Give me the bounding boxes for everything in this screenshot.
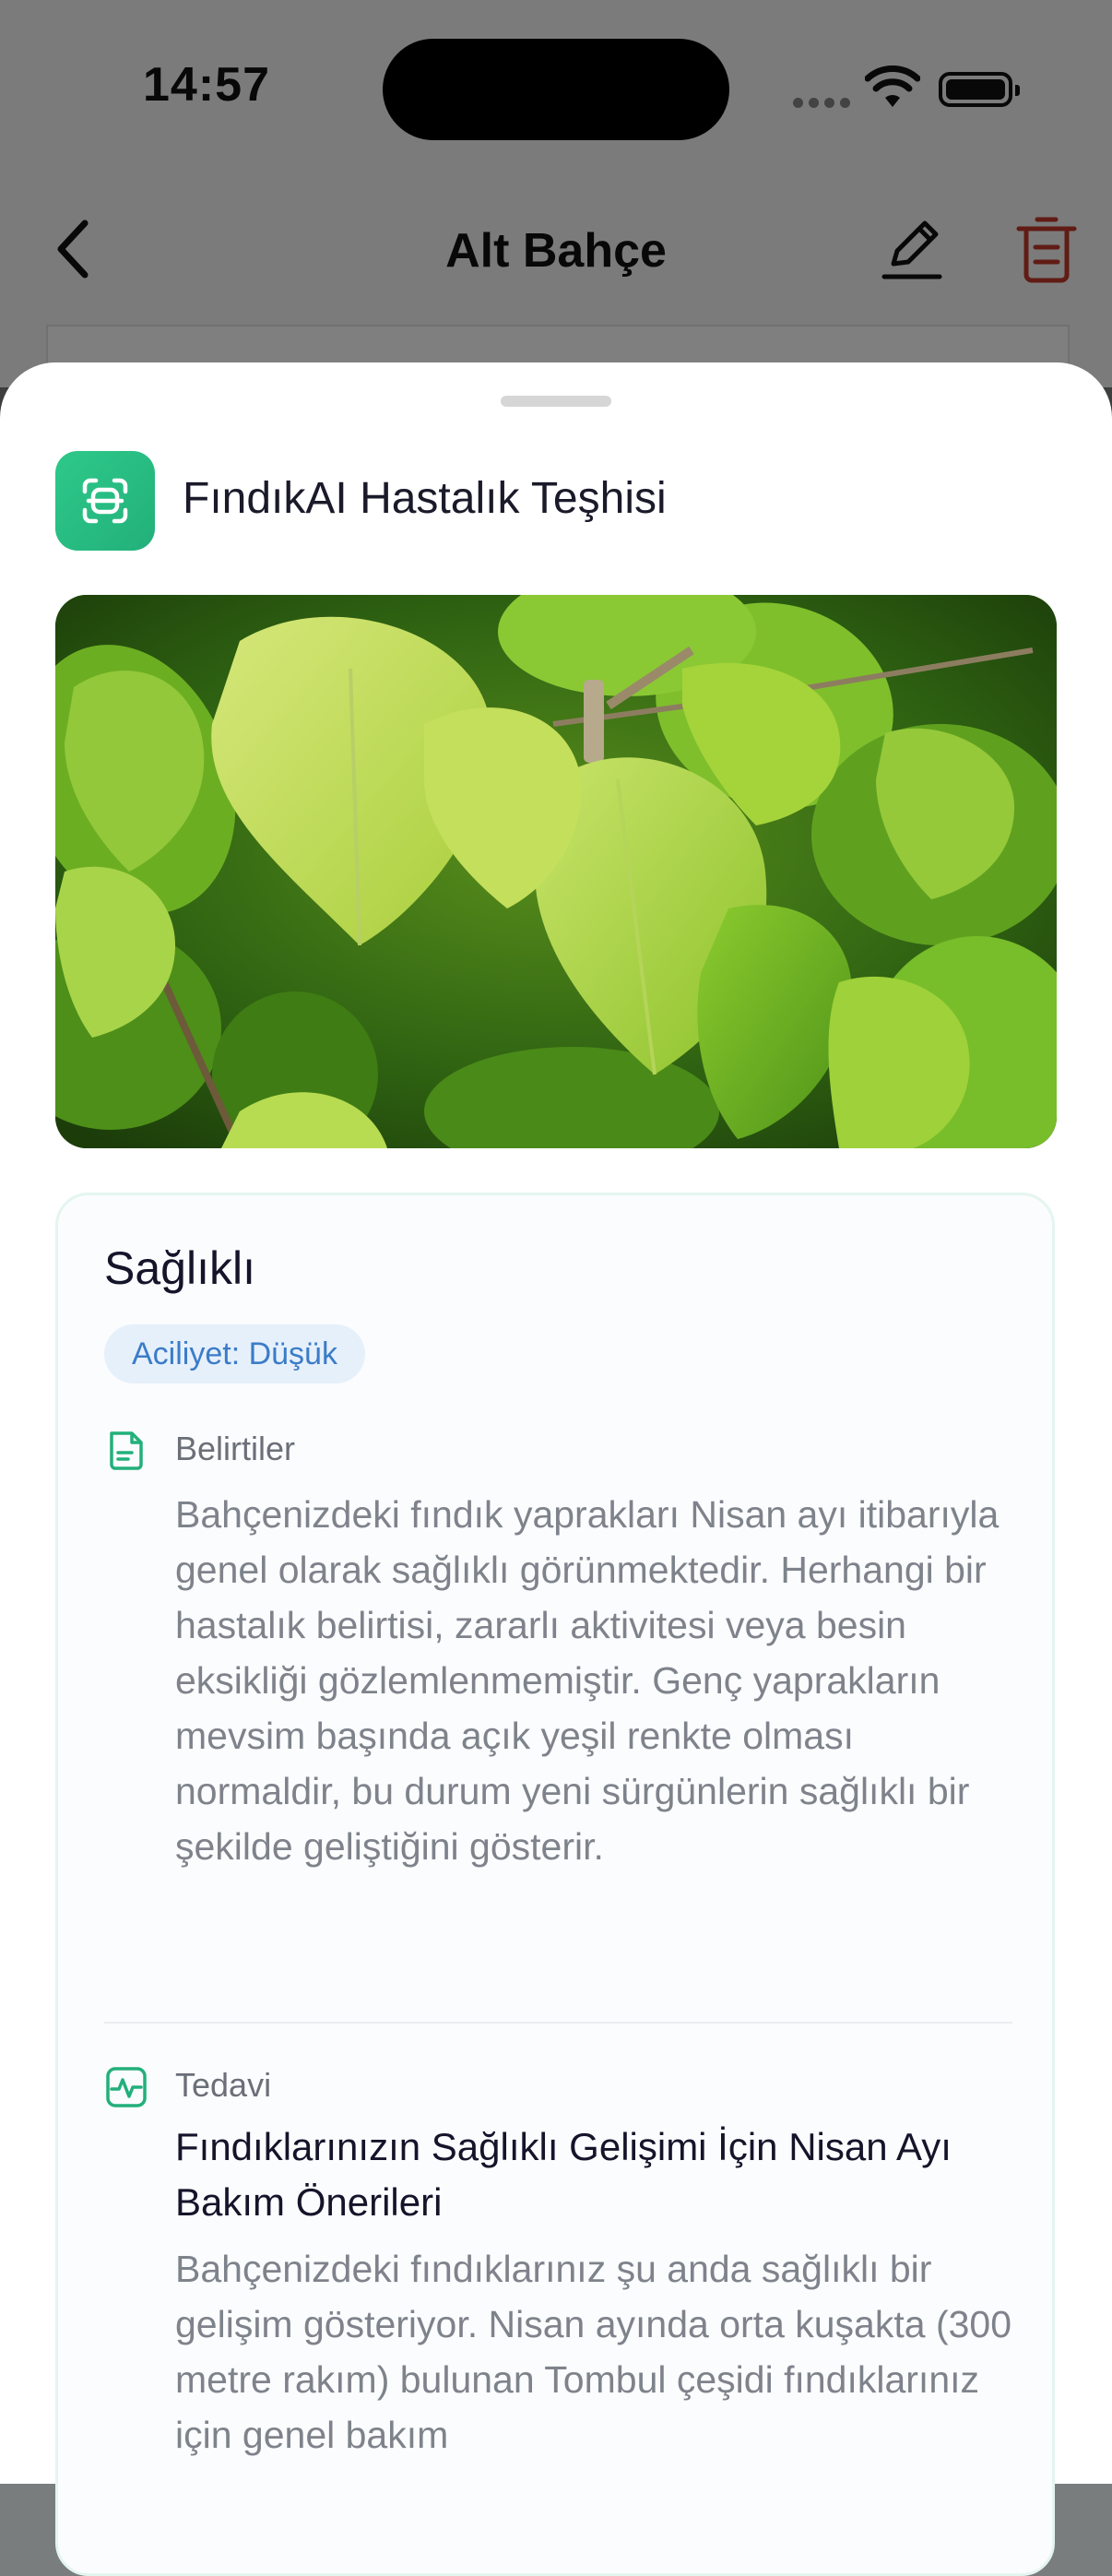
scan-badge bbox=[55, 451, 155, 551]
diagnosis-sheet: FındıkAI Hastalık Teşhisi Sağlıklı Acili… bbox=[0, 362, 1112, 2576]
sheet-grabber[interactable] bbox=[501, 396, 611, 407]
sheet-title: FındıkAI Hastalık Teşhisi bbox=[183, 474, 667, 523]
urgency-badge: Aciliyet: Düşük bbox=[104, 1324, 365, 1383]
section-divider bbox=[104, 2022, 1012, 2024]
diagnosis-status: Sağlıklı bbox=[104, 1242, 255, 1294]
treatment-title: Fındıklarınızın Sağlıklı Gelişimi İçin N… bbox=[175, 2125, 952, 2224]
symptoms-text: Bahçenizdeki fındık yaprakları Nisan ayı… bbox=[175, 1493, 1000, 1868]
pulse-icon bbox=[106, 2067, 147, 2107]
leaf-photo bbox=[55, 595, 1057, 1148]
treatment-label: Tedavi bbox=[175, 2066, 272, 2104]
treatment-text: Bahçenizdeki fındıklarınız şu anda sağlı… bbox=[175, 2248, 1012, 2456]
scan-icon bbox=[82, 478, 128, 524]
document-icon bbox=[110, 1431, 143, 1470]
diagnosis-card: Sağlıklı Aciliyet: Düşük Belirtiler Bahç… bbox=[55, 1193, 1055, 2576]
symptoms-label: Belirtiler bbox=[175, 1430, 296, 1467]
